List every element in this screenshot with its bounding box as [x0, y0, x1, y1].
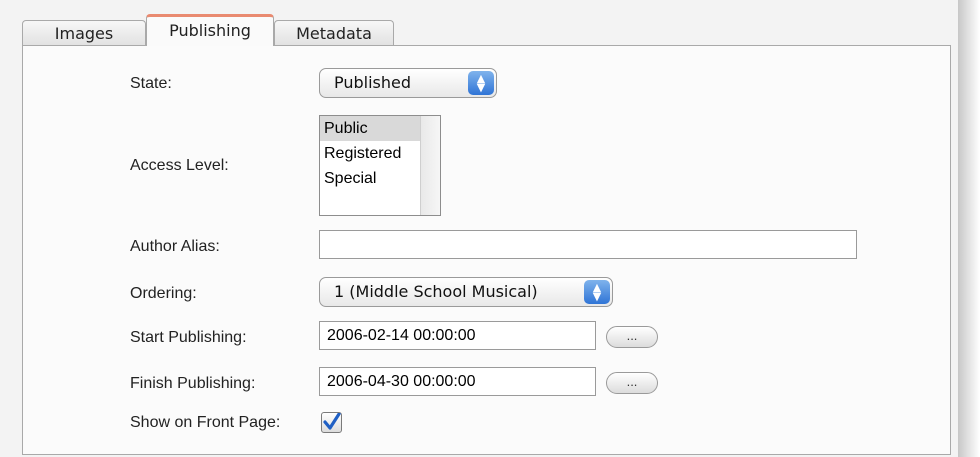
editor-window: Images Publishing Metadata State: Publis… [0, 0, 958, 457]
checkmark-icon [323, 413, 341, 430]
access-level-option[interactable]: Public [320, 116, 421, 141]
ordering-label: Ordering: [130, 285, 197, 302]
state-label: State: [130, 75, 172, 92]
tab-label: Metadata [296, 24, 372, 43]
tab-publishing[interactable]: Publishing [146, 14, 274, 46]
state-select[interactable]: Published ▲ ▼ [319, 68, 497, 98]
window-shadow [958, 0, 980, 457]
start-publishing-calendar-button[interactable]: ... [606, 326, 658, 348]
finish-publishing-calendar-button[interactable]: ... [606, 372, 658, 394]
listbox-scrollbar[interactable] [420, 116, 440, 215]
front-page-label: Show on Front Page: [130, 414, 281, 431]
tab-label: Publishing [169, 21, 251, 40]
start-publishing-input[interactable]: 2006-02-14 00:00:00 [319, 321, 596, 350]
author-alias-input[interactable] [319, 230, 857, 259]
tab-metadata[interactable]: Metadata [274, 20, 394, 46]
finish-publishing-input[interactable]: 2006-04-30 00:00:00 [319, 367, 596, 396]
access-level-option[interactable]: Special [320, 166, 421, 191]
state-select-value: Published [334, 73, 412, 92]
ordering-select-value: 1 (Middle School Musical) [334, 282, 538, 301]
front-page-checkbox[interactable] [321, 412, 342, 433]
publishing-panel: State: Published ▲ ▼ Access Level: Public… [22, 45, 951, 455]
access-level-label: Access Level: [130, 157, 229, 174]
up-down-arrows-icon: ▲ ▼ [584, 280, 610, 304]
start-publishing-label: Start Publishing: [130, 329, 247, 346]
access-level-listbox[interactable]: Public Registered Special [319, 115, 441, 216]
access-level-option[interactable]: Registered [320, 141, 421, 166]
tab-label: Images [54, 24, 114, 43]
author-alias-label: Author Alias: [130, 238, 220, 255]
ordering-select[interactable]: 1 (Middle School Musical) ▲ ▼ [319, 277, 613, 307]
tab-images[interactable]: Images [22, 20, 146, 46]
up-down-arrows-icon: ▲ ▼ [468, 71, 494, 95]
finish-publishing-label: Finish Publishing: [130, 375, 256, 392]
